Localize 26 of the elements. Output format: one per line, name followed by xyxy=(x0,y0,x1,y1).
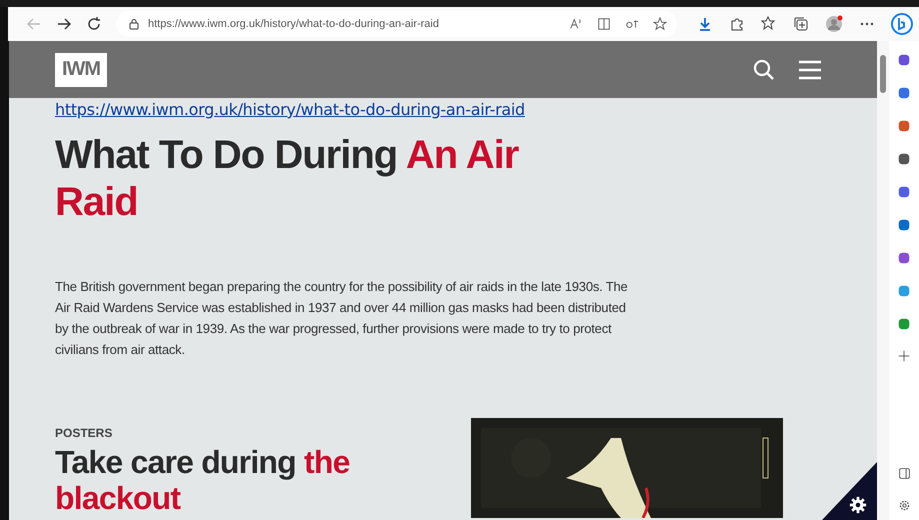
url-text: https://www.iwm.org.uk/history/what-to-do-during-an-air-raid xyxy=(148,18,440,30)
favorite-star-icon[interactable] xyxy=(653,17,667,31)
page-link[interactable]: https://www.iwm.org.uk/history/what-to-do-during-an-air-raid xyxy=(55,100,525,119)
menu-icon[interactable] xyxy=(799,60,821,80)
gear-icon xyxy=(849,496,867,514)
settings-icon[interactable] xyxy=(898,499,910,512)
profile-avatar-icon[interactable] xyxy=(825,15,843,33)
lock-icon xyxy=(128,18,140,30)
refresh-icon[interactable] xyxy=(86,16,102,32)
collections-icon[interactable] xyxy=(793,16,809,32)
page-title: What To Do During An Air Raid xyxy=(55,132,520,226)
address-bar[interactable]: https://www.iwm.org.uk/history/what-to-do-during-an-air-raid xyxy=(116,11,677,37)
forward-icon[interactable] xyxy=(56,16,72,32)
section-label: POSTERS xyxy=(55,426,114,440)
bing-chat-icon[interactable] xyxy=(891,13,913,35)
download-icon[interactable] xyxy=(697,16,713,32)
logo[interactable]: IWM xyxy=(55,52,107,86)
sidebar-toggle-icon[interactable] xyxy=(898,467,910,480)
reader-view-icon[interactable] xyxy=(597,17,611,31)
favorites-icon[interactable] xyxy=(761,16,777,32)
section-title: Take care during the blackout xyxy=(55,444,351,516)
read-aloud-icon[interactable] xyxy=(569,17,583,31)
scrollbar[interactable] xyxy=(877,41,889,520)
intro-paragraph: The British government began preparing the country for the possibility of air raids in the late 1930s. The Air Raid Wardens Service was established in 1937 and over 44 million gas masks had been distributed by the outbreak of war in 1939. As the war progressed, further provisions were made to try to protect civilians from air attack. xyxy=(55,278,629,359)
add-icon[interactable] xyxy=(898,350,910,362)
extensions-icon[interactable] xyxy=(729,16,745,32)
